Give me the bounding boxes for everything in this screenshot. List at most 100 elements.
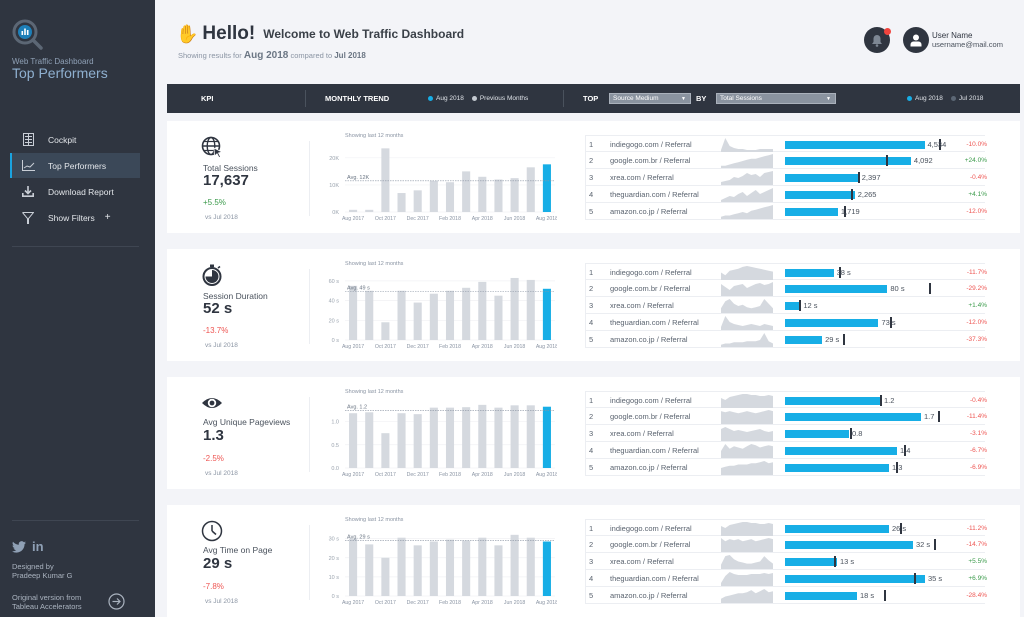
table-row[interactable]: 3 xrea.com / Referral 2,397 -0.4%: [585, 169, 987, 186]
bar-current-month[interactable]: [542, 288, 551, 340]
table-row[interactable]: 3 xrea.com / Referral 12 s +1.4%: [585, 297, 987, 314]
bar-previous-month[interactable]: [381, 557, 390, 596]
bar-previous-month[interactable]: [397, 193, 406, 212]
bar-previous-month[interactable]: [349, 538, 358, 596]
sidebar-item-show-filters[interactable]: Show Filters +: [10, 205, 140, 230]
bar-previous-month[interactable]: [413, 190, 422, 212]
divider: [305, 90, 306, 107]
bar-previous-month[interactable]: [397, 290, 406, 340]
bar-previous-month[interactable]: [510, 178, 519, 212]
bar-previous-month[interactable]: [381, 148, 390, 212]
bar-previous-month[interactable]: [494, 179, 503, 213]
bar-previous-month[interactable]: [462, 287, 471, 340]
bar-previous-month[interactable]: [478, 281, 487, 340]
bar-previous-month[interactable]: [445, 182, 455, 212]
sidebar-item-download-report[interactable]: Download Report: [10, 179, 140, 204]
top-dimension-select[interactable]: Source Medium ▼: [609, 93, 691, 104]
source-medium: indiegogo.com / Referral: [610, 268, 692, 277]
bar-previous-month[interactable]: [397, 413, 406, 468]
bar-previous-month[interactable]: [462, 540, 471, 596]
bar-previous-month[interactable]: [526, 167, 535, 212]
average-label: Avg. 29 s: [347, 535, 370, 541]
by-metric-select[interactable]: Total Sessions ▼: [716, 93, 836, 104]
bar-previous-month[interactable]: [478, 176, 487, 212]
bar-cell: 12 s: [785, 297, 945, 314]
table-row[interactable]: 4 theguardian.com / Referral 73 s -12.0%: [585, 314, 987, 331]
bar-previous-month[interactable]: [445, 290, 455, 340]
arrow-right-circle-icon[interactable]: [108, 593, 125, 610]
bar-previous-month[interactable]: [349, 413, 358, 468]
bar-current-month[interactable]: [542, 541, 551, 596]
expand-filters-icon[interactable]: +: [105, 212, 111, 223]
table-row[interactable]: 2 google.com.br / Referral 32 s -14.7%: [585, 536, 987, 553]
bar-previous-month[interactable]: [365, 209, 374, 212]
bar-previous-month[interactable]: [413, 302, 422, 340]
monthly-trend-chart: Showing last 12 months 0 s 20 s 40 s 60 s Avg…: [317, 251, 557, 359]
bar-previous-month[interactable]: [494, 407, 503, 468]
table-row[interactable]: 5 amazon.co.jp / Referral 29 s -37.3%: [585, 331, 987, 348]
notifications-button[interactable]: [864, 27, 891, 53]
bar-previous-month[interactable]: [510, 534, 519, 596]
table-row[interactable]: 3 xrea.com / Referral 13 s +5.5%: [585, 553, 987, 570]
bar-previous-month[interactable]: [429, 180, 438, 212]
bar-current-month[interactable]: [542, 406, 551, 468]
sidebar-item-cockpit[interactable]: Cockpit: [10, 127, 140, 152]
bar-previous-month[interactable]: [478, 404, 487, 468]
twitter-icon[interactable]: [12, 540, 26, 553]
avatar[interactable]: [903, 27, 929, 53]
table-row[interactable]: 4 theguardian.com / Referral 2,265 +4.1%: [585, 186, 987, 203]
table-row[interactable]: 4 theguardian.com / Referral 1.4 -6.7%: [585, 442, 987, 459]
table-row[interactable]: 5 amazon.co.jp / Referral 18 s -28.4%: [585, 587, 987, 604]
bar-previous-month[interactable]: [526, 537, 535, 596]
table-row[interactable]: 1 indiegogo.com / Referral 4,534 -10.0%: [585, 135, 987, 152]
bar-previous-month[interactable]: [413, 545, 422, 596]
bar-cell: 26 s: [785, 520, 945, 537]
bar-previous-month[interactable]: [365, 544, 374, 596]
table-row[interactable]: 5 amazon.co.jp / Referral 1,719 -12.0%: [585, 203, 987, 220]
linkedin-icon[interactable]: in: [32, 539, 44, 554]
sidebar-item-top-performers[interactable]: Top Performers: [10, 153, 140, 178]
bar-previous-month[interactable]: [429, 541, 438, 596]
sparkline: [721, 266, 773, 280]
table-row[interactable]: 1 indiegogo.com / Referral 38 s -11.7%: [585, 263, 987, 280]
bar-previous-month[interactable]: [381, 433, 390, 468]
bar-previous-month[interactable]: [526, 405, 535, 468]
bar-previous-month[interactable]: [349, 285, 358, 340]
table-row[interactable]: 1 indiegogo.com / Referral 1.2 -0.4%: [585, 391, 987, 408]
table-row[interactable]: 3 xrea.com / Referral 0.8 -3.1%: [585, 425, 987, 442]
bar-previous-month[interactable]: [429, 407, 438, 468]
bar-previous-month[interactable]: [494, 295, 503, 340]
rank: 1: [589, 140, 594, 149]
bar-previous-month[interactable]: [445, 539, 455, 596]
average-label: Avg. 49 s: [347, 286, 370, 292]
rank: 2: [589, 284, 594, 293]
bar-previous-month[interactable]: [510, 277, 519, 340]
bar-previous-month[interactable]: [365, 290, 374, 340]
table-row[interactable]: 2 google.com.br / Referral 1.7 -11.4%: [585, 408, 987, 425]
bar-previous-month[interactable]: [365, 412, 374, 468]
bar-previous-month[interactable]: [381, 322, 390, 340]
bar-previous-month[interactable]: [349, 209, 358, 212]
bar-previous-month[interactable]: [494, 545, 503, 596]
table-row[interactable]: 4 theguardian.com / Referral 35 s +6.9%: [585, 570, 987, 587]
table-row[interactable]: 2 google.com.br / Referral 80 s -29.2%: [585, 280, 987, 297]
bar-value: 2,397: [861, 173, 881, 182]
bar-previous-month[interactable]: [462, 171, 471, 212]
bar-previous-month[interactable]: [413, 414, 422, 468]
table-row[interactable]: 5 amazon.co.jp / Referral 1.3 -6.9%: [585, 459, 987, 476]
source-medium: google.com.br / Referral: [610, 156, 691, 165]
bar-previous-month[interactable]: [397, 537, 406, 596]
bar-previous-month[interactable]: [526, 279, 535, 340]
sparkline-area: [721, 461, 773, 475]
bar-previous-month[interactable]: [445, 407, 455, 468]
top-performers-table: 1 indiegogo.com / Referral 26 s -11.2% 2 goog…: [585, 519, 987, 604]
bar-previous-month[interactable]: [462, 407, 471, 468]
table-row[interactable]: 2 google.com.br / Referral 4,092 +24.0%: [585, 152, 987, 169]
bar-current-month[interactable]: [542, 164, 551, 212]
table-row[interactable]: 1 indiegogo.com / Referral 26 s -11.2%: [585, 519, 987, 537]
change-percent: -11.7%: [966, 269, 987, 276]
bar-previous-month[interactable]: [478, 537, 487, 596]
bar-previous-month[interactable]: [429, 293, 438, 340]
bar-previous-month[interactable]: [510, 405, 519, 468]
sparkline: [721, 333, 773, 347]
